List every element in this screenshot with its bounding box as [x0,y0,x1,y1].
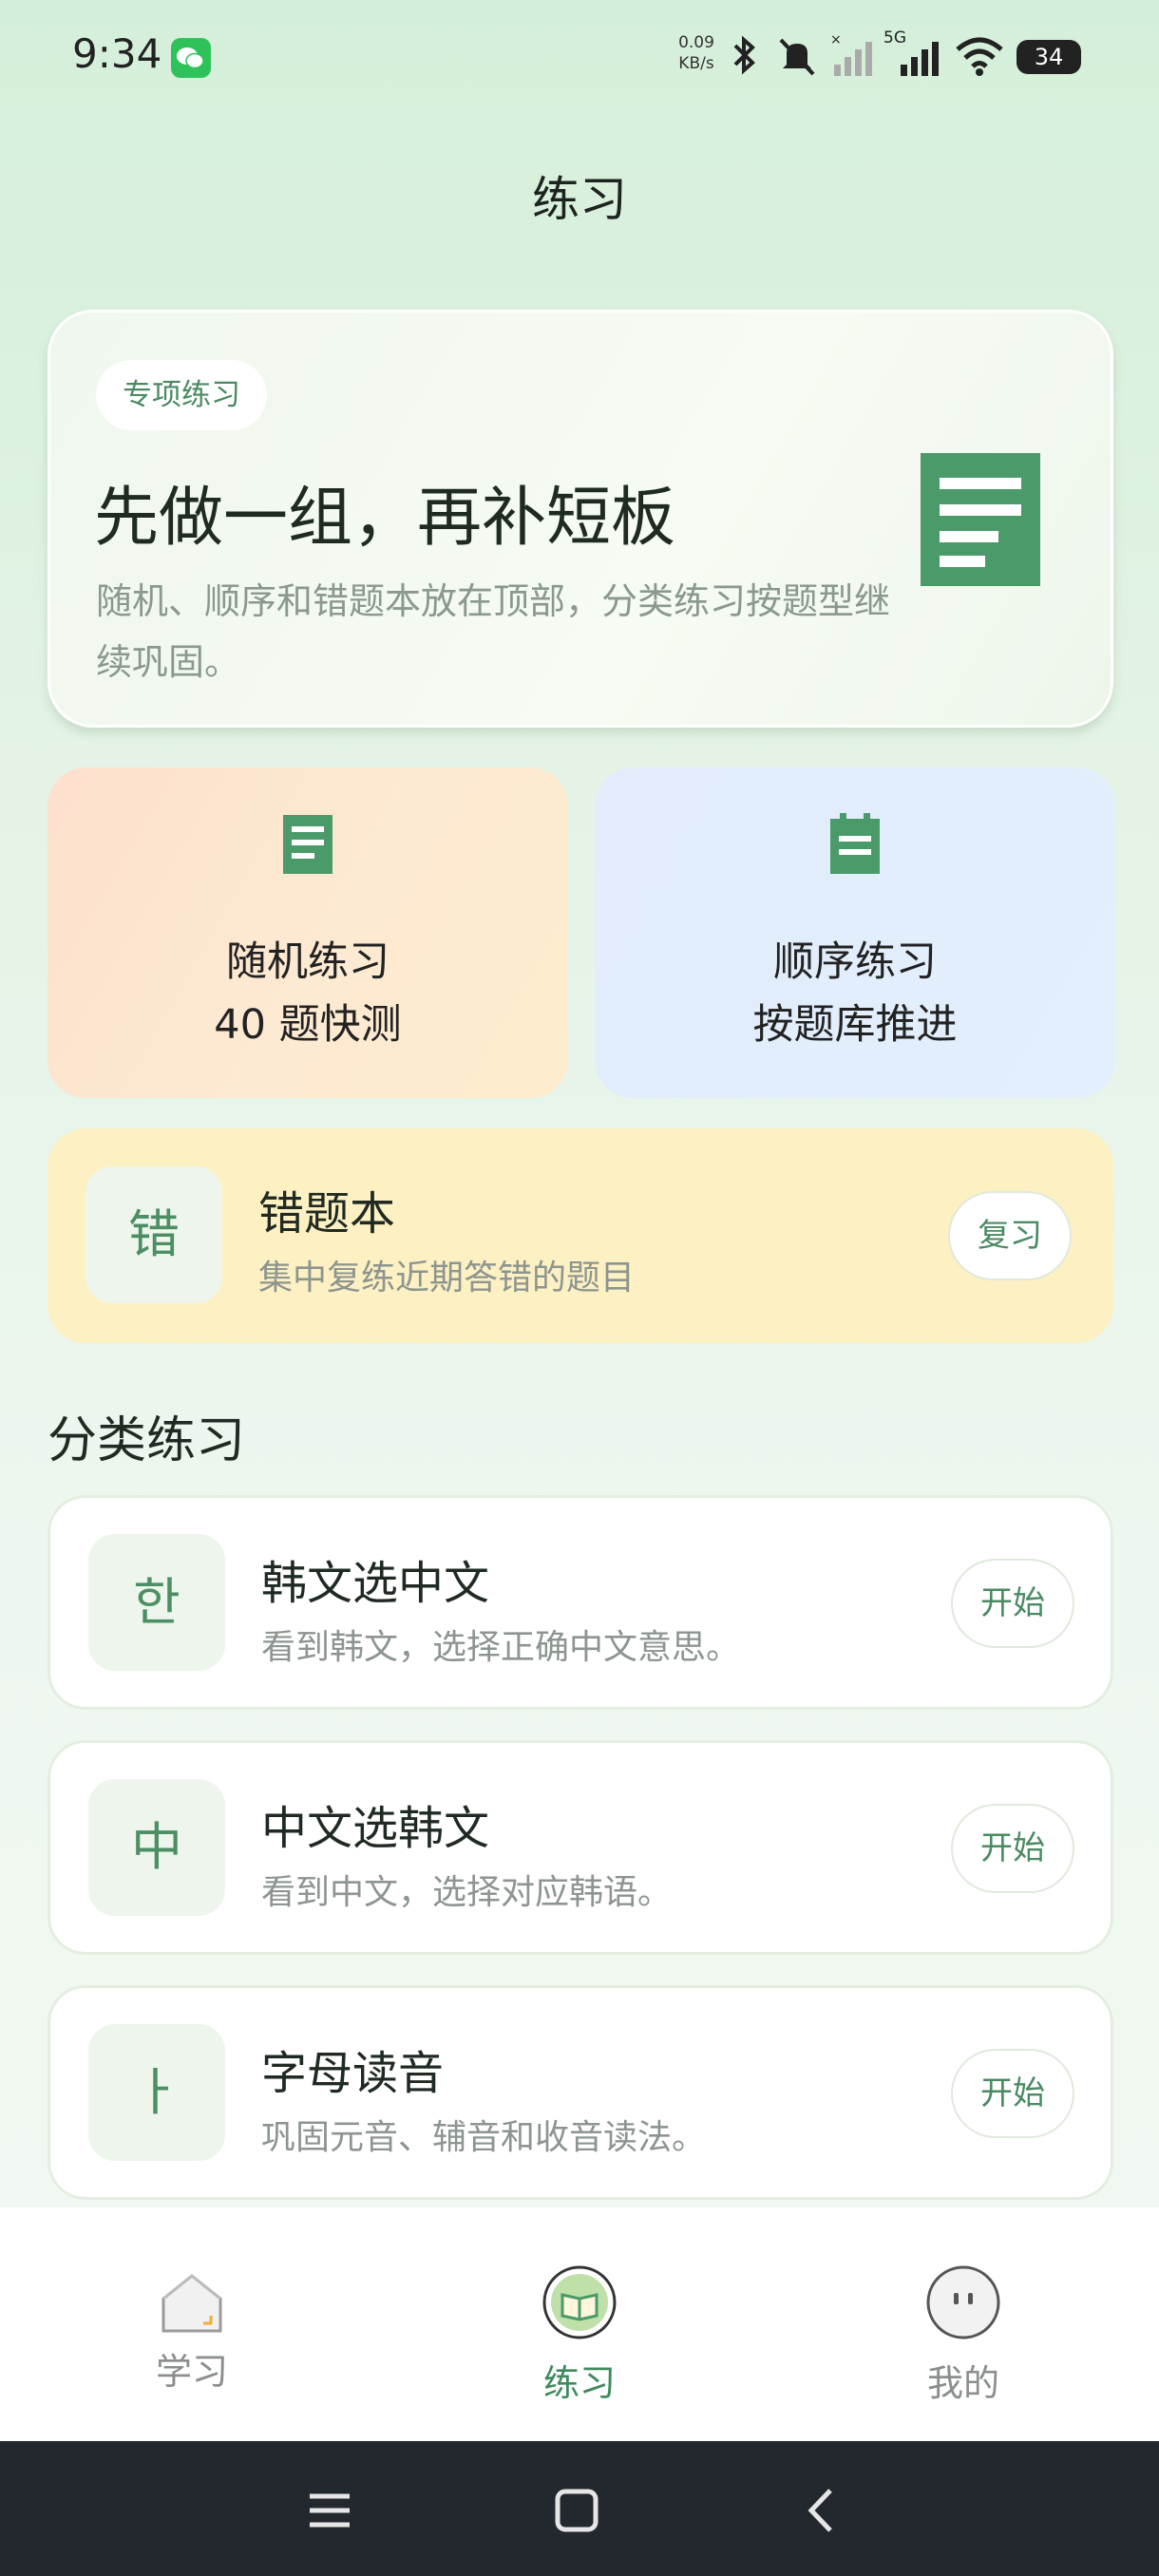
hero-tag: 专项练习 [96,360,267,430]
battery-icon: 34 [1016,40,1081,74]
wechat-notification-icon [171,38,211,78]
mistake-title: 错题本 [258,1187,396,1241]
review-button[interactable]: 复习 [948,1191,1072,1280]
network-speed: 0.09 KB/s [671,32,722,74]
category-subtitle: 看到韩文，选择正确中文意思。 [261,1628,741,1667]
status-time: 9:34 [72,30,162,77]
mistake-icon: 错 [86,1166,222,1303]
start-button[interactable]: 开始 [951,1559,1074,1648]
battery-level: 34 [1034,44,1064,70]
category-title: 中文选韩文 [261,1802,490,1855]
nav-label-practice: 练习 [542,2362,616,2404]
mistake-subtitle: 集中复练近期答错的题目 [258,1259,636,1297]
bluetooth-icon [733,35,755,75]
bottom-nav: 学习 练习 我的 [0,2207,1159,2441]
category-section-title: 分类练习 [48,1412,246,1469]
menu-icon[interactable] [296,2477,363,2544]
notepad-icon [830,813,880,874]
sequential-practice-card[interactable]: 顺序练习 按题库推进 [595,767,1115,1098]
start-button[interactable]: 开始 [951,1804,1074,1893]
document-icon [283,815,332,874]
hero-card: 专项练习 先做一组，再补短板 随机、顺序和错题本放在顶部，分类练习按题型继续巩固… [48,310,1113,728]
hero-description: 随机、顺序和错题本放在顶部，分类练习按题型继续巩固。 [96,580,891,683]
network-speed-value: 0.09 [678,33,714,52]
system-nav-bar [0,2441,1159,2576]
category-subtitle: 看到中文，选择对应韩语。 [261,1873,673,1912]
sequential-practice-title: 顺序练习 [773,938,937,986]
start-button[interactable]: 开始 [951,2049,1074,2138]
svg-text:×: × [830,32,842,47]
wifi-icon [956,37,1003,76]
home-icon [162,2274,222,2333]
category-title: 字母读音 [261,2047,445,2100]
nav-label-study: 学习 [155,2351,228,2393]
practice-book-icon [542,2265,617,2339]
category-item-korean-to-chinese[interactable]: 한 韩文选中文 看到韩文，选择正确中文意思。 开始 [48,1495,1113,1710]
hangul-letter-icon: ㅏ [88,2024,225,2161]
mistake-notebook-card[interactable]: 错 错题本 集中复练近期答错的题目 复习 [48,1128,1113,1343]
document-icon [921,453,1040,586]
chinese-char-icon: 中 [88,1779,225,1916]
mute-icon [779,38,815,76]
page-title: 练习 [532,172,627,227]
signal-icon [901,42,939,76]
back-icon[interactable] [790,2477,857,2544]
sequential-practice-subtitle: 按题库推进 [752,1001,958,1049]
category-item-alphabet-pronunciation[interactable]: ㅏ 字母读音 巩固元音、辅音和收音读法。 开始 [48,1985,1113,2200]
category-title: 韩文选中文 [261,1557,490,1610]
korean-char-icon: 한 [88,1534,225,1671]
random-practice-subtitle: 40 题快测 [214,1001,402,1049]
category-subtitle: 巩固元音、辅音和收音读法。 [261,2118,707,2157]
profile-icon [926,2265,1000,2339]
nav-label-profile: 我的 [926,2362,999,2404]
status-bar: 9:34 0.09 KB/s × 5G 34 [0,0,1159,114]
home-square-icon[interactable] [543,2477,610,2544]
random-practice-title: 随机练习 [226,938,390,986]
category-item-chinese-to-korean[interactable]: 中 中文选韩文 看到中文，选择对应韩语。 开始 [48,1740,1113,1955]
network-speed-unit: KB/s [678,54,714,73]
hero-title: 先做一组，再补短板 [94,481,676,556]
signal-sim2-icon: × [830,32,872,76]
random-practice-card[interactable]: 随机练习 40 题快测 [48,767,568,1098]
